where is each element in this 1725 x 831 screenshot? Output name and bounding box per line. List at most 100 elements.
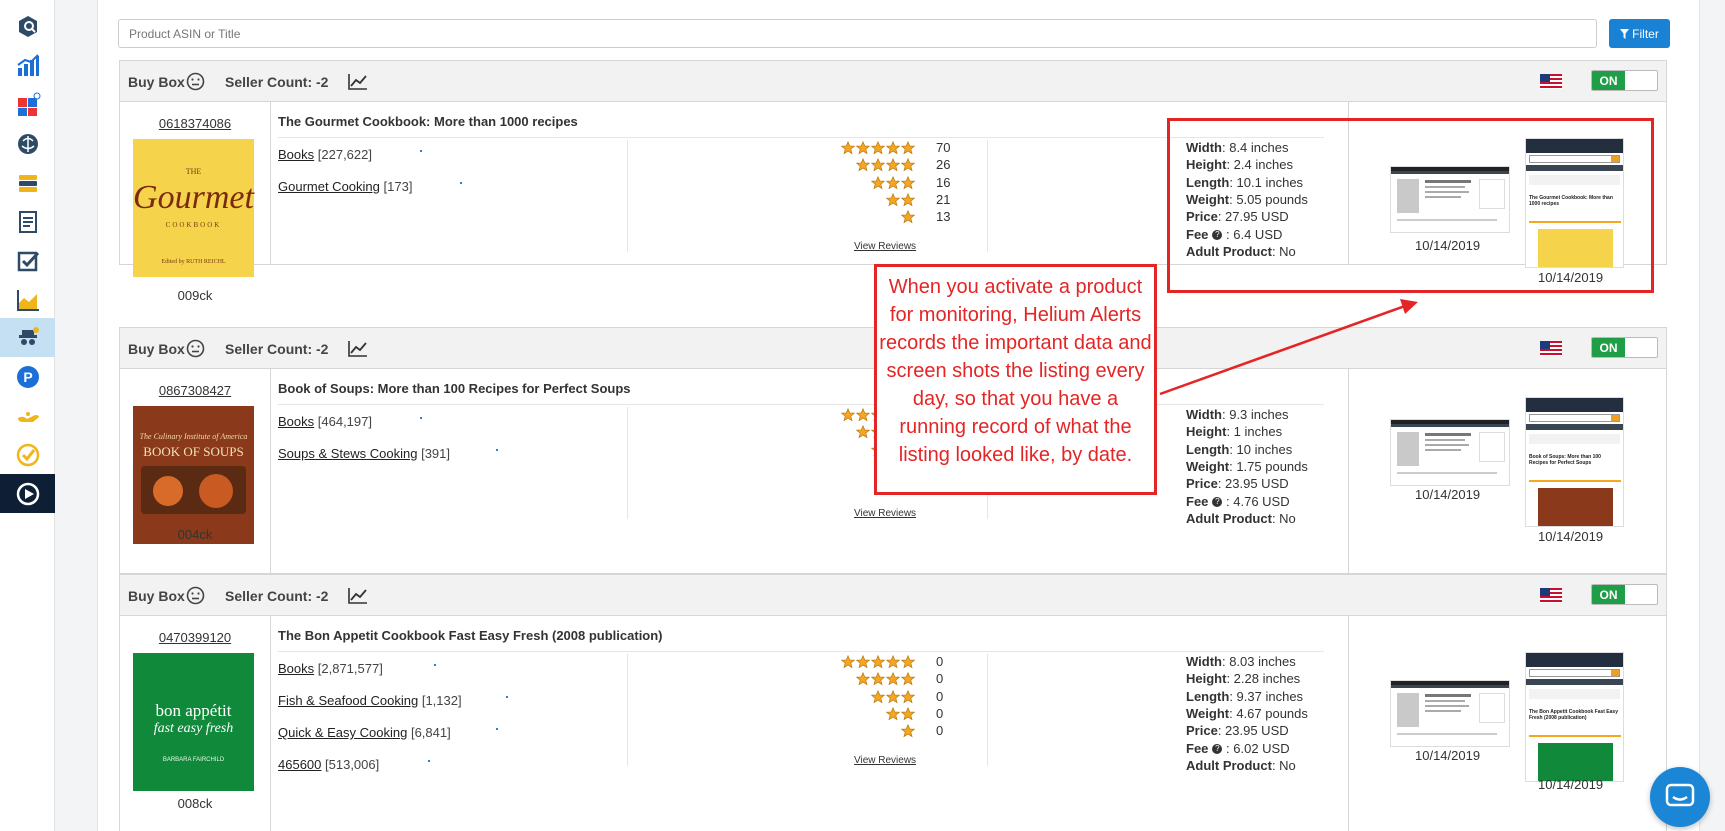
cover-text: COOKBOOK bbox=[165, 221, 222, 229]
category-link[interactable]: Soups & Stews Cooking bbox=[278, 446, 417, 461]
sidebar-item-checker[interactable] bbox=[0, 241, 55, 280]
book-cover-image: THE Gourmet COOKBOOK Edited by RUTH REIC… bbox=[133, 139, 254, 277]
spec-price: Price: 23.95 USD bbox=[1186, 723, 1289, 739]
category-count: [464,197] bbox=[317, 414, 372, 429]
mobile-screenshot[interactable]: The Bon Appetit Cookbook Fast Easy Fresh… bbox=[1525, 652, 1624, 782]
line-chart-icon[interactable] bbox=[348, 73, 368, 90]
sku-label: 008ck bbox=[177, 796, 213, 811]
sidebar-item-genie[interactable] bbox=[0, 396, 55, 435]
screenshot-date: 10/14/2019 bbox=[1415, 748, 1481, 763]
star-icon bbox=[871, 655, 885, 669]
sidebar-item-tools[interactable] bbox=[0, 85, 55, 124]
sidebar-item-brain[interactable] bbox=[0, 124, 55, 163]
toggle-on-label: ON bbox=[1592, 71, 1625, 90]
stack-icon bbox=[18, 174, 37, 192]
seller-count: Seller Count: -2 bbox=[225, 74, 329, 90]
asin-link[interactable]: 0470399120 bbox=[120, 630, 270, 645]
star-icon bbox=[871, 175, 885, 189]
rating-count: 0 bbox=[936, 654, 944, 669]
spec-length: Length: 10 inches bbox=[1186, 441, 1293, 457]
line-chart-icon[interactable] bbox=[348, 587, 368, 604]
book-cover-image: The Culinary Institute of America BOOK O… bbox=[133, 406, 254, 544]
annotation-callout: When you activate a product for monitori… bbox=[874, 264, 1157, 495]
buy-box-label: Buy Box bbox=[128, 588, 185, 604]
category-link[interactable]: 465600 bbox=[278, 757, 321, 772]
spec-adult: Adult Product: No bbox=[1186, 757, 1296, 773]
toggle-on-label: ON bbox=[1592, 338, 1625, 357]
rating-count: 0 bbox=[936, 723, 944, 739]
cover-text: THE bbox=[185, 167, 202, 176]
screenshot-caption: The Bon Appetit Cookbook Fast Easy Fresh… bbox=[1529, 709, 1618, 721]
sidebar-item-listing[interactable] bbox=[0, 202, 55, 241]
sidebar-item-videos[interactable] bbox=[0, 474, 55, 513]
spec-fee: Fee? : 6.02 USD bbox=[1186, 740, 1290, 756]
neutral-face-icon bbox=[186, 339, 205, 358]
sidebar-item-alerts[interactable] bbox=[0, 318, 55, 357]
sku-label: 009ck bbox=[177, 288, 213, 303]
view-reviews-link[interactable]: View Reviews bbox=[854, 241, 916, 252]
help-icon[interactable]: ? bbox=[1212, 744, 1223, 755]
monitoring-toggle[interactable]: ON bbox=[1591, 70, 1658, 91]
category-link[interactable]: Books bbox=[278, 147, 314, 162]
cover-title: BOOK OF SOUPS bbox=[143, 444, 244, 459]
monitoring-toggle[interactable]: ON bbox=[1591, 337, 1658, 358]
line-chart-icon[interactable] bbox=[348, 340, 368, 357]
category-rank: Soups & Stews Cooking [391] bbox=[278, 446, 450, 461]
desktop-screenshot[interactable] bbox=[1390, 680, 1510, 747]
screenshot-date: 10/14/2019 bbox=[1538, 529, 1604, 544]
document-icon bbox=[18, 210, 37, 233]
category-link[interactable]: Gourmet Cooking bbox=[278, 179, 380, 194]
category-link[interactable]: Fish & Seafood Cooking bbox=[278, 693, 418, 708]
sidebar-item-stack[interactable] bbox=[0, 163, 55, 202]
card-header: Buy Box Seller Count: -2 ON bbox=[120, 575, 1666, 616]
spec-width: Width: 8.03 inches bbox=[1186, 654, 1296, 669]
sidebar-item-adtomic[interactable]: P bbox=[0, 357, 55, 396]
star-icon bbox=[886, 706, 900, 721]
mobile-screenshot[interactable]: Book of Soups: More than 100 Recipes for… bbox=[1525, 397, 1624, 527]
screenshot-date: 10/14/2019 bbox=[1415, 487, 1481, 502]
category-link[interactable]: Books bbox=[278, 414, 314, 429]
monitoring-toggle[interactable]: ON bbox=[1591, 584, 1658, 605]
category-link[interactable]: Books bbox=[278, 661, 314, 676]
desktop-screenshot[interactable] bbox=[1390, 419, 1510, 486]
star-icon bbox=[886, 655, 900, 669]
star-icon bbox=[856, 655, 870, 669]
rating-count: 0 bbox=[936, 705, 944, 721]
star-icon bbox=[886, 192, 900, 207]
star-icon bbox=[886, 158, 900, 172]
spy-alert-icon bbox=[18, 326, 39, 345]
category-count: [173] bbox=[383, 179, 413, 194]
sidebar-item-profits[interactable] bbox=[0, 280, 55, 319]
category-link[interactable]: Quick & Easy Cooking bbox=[278, 725, 407, 740]
filter-button-label: Filter bbox=[1632, 26, 1659, 41]
sidebar-item-analytics[interactable] bbox=[0, 46, 55, 85]
star-icon bbox=[856, 408, 870, 422]
product-title: The Gourmet Cookbook: More than 1000 rec… bbox=[278, 114, 578, 129]
star-icon bbox=[856, 141, 870, 155]
search-input[interactable] bbox=[118, 19, 1597, 48]
sidebar-item-index[interactable] bbox=[0, 435, 55, 474]
view-reviews-link[interactable]: View Reviews bbox=[854, 508, 916, 519]
star-icon bbox=[856, 158, 870, 172]
cover-title: Gourmet bbox=[133, 179, 254, 216]
rating-count: 0 bbox=[936, 688, 944, 704]
area-chart-icon bbox=[16, 289, 39, 311]
sidebar-item-product-research[interactable] bbox=[0, 6, 55, 45]
filter-button[interactable]: Filter bbox=[1609, 19, 1670, 48]
category-rank: Fish & Seafood Cooking [1,132] bbox=[278, 693, 462, 708]
neutral-face-icon bbox=[186, 586, 205, 605]
star-icon bbox=[901, 672, 915, 686]
asin-link[interactable]: 0867308427 bbox=[120, 383, 270, 398]
chat-button[interactable] bbox=[1650, 767, 1710, 827]
help-icon[interactable]: ? bbox=[1212, 497, 1223, 508]
product-title: Book of Soups: More than 100 Recipes for… bbox=[278, 381, 631, 396]
puzzle-icon bbox=[17, 92, 40, 116]
bar-chart-icon bbox=[16, 53, 39, 76]
product-card: Buy Box Seller Count: -2 ON 0470399120 b… bbox=[119, 574, 1667, 831]
asin-link[interactable]: 0618374086 bbox=[120, 116, 270, 131]
category-rank: Books [227,622] bbox=[278, 147, 372, 162]
sidebar: P bbox=[0, 0, 55, 831]
star-rating-row bbox=[720, 671, 915, 687]
cover-text: BARBARA FAIRCHILD bbox=[162, 757, 225, 763]
view-reviews-link[interactable]: View Reviews bbox=[854, 755, 916, 766]
